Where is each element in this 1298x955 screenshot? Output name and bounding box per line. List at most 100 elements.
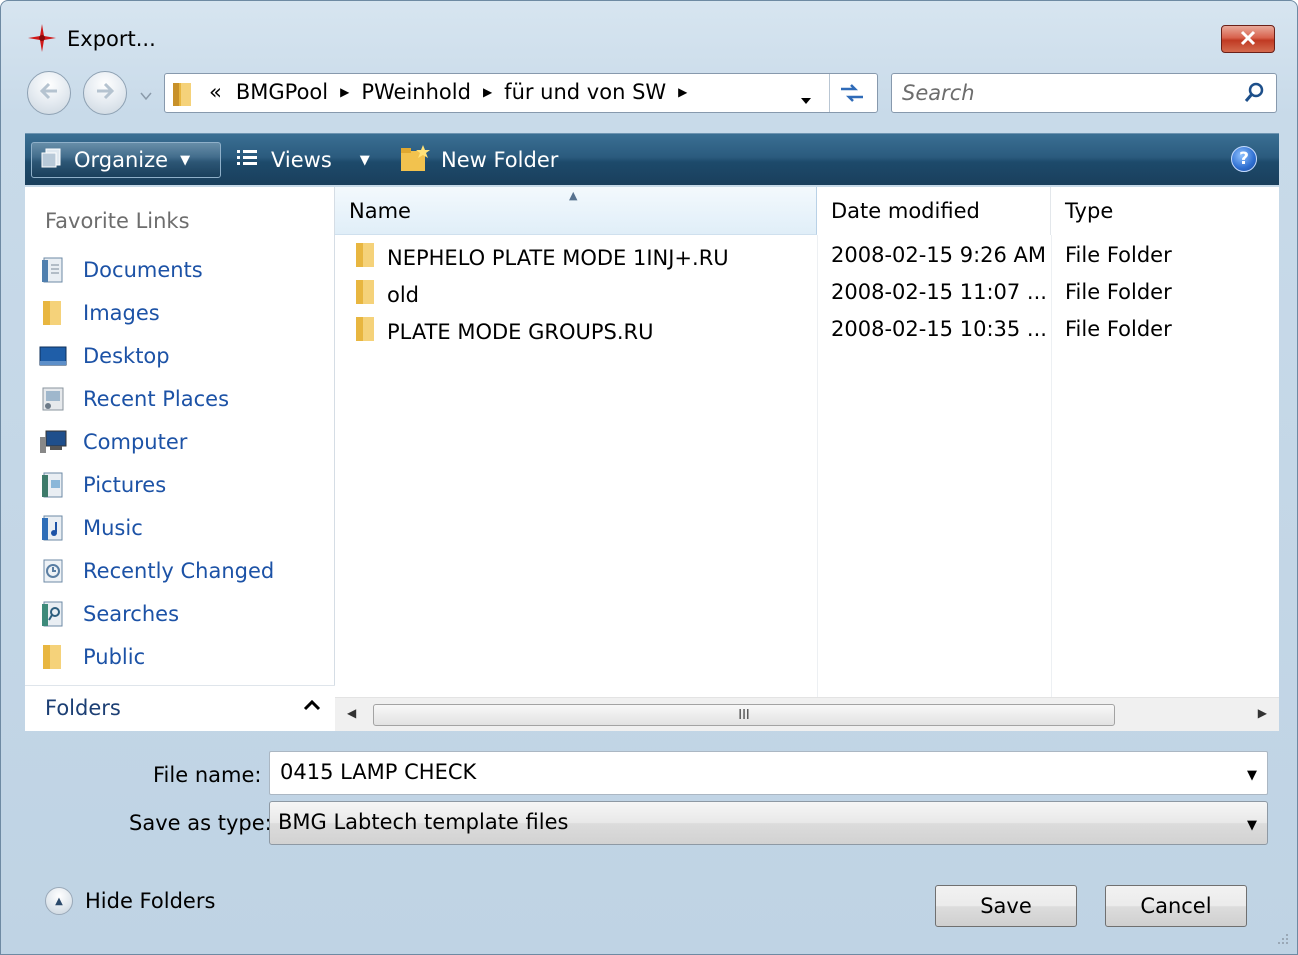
title-bar: Export... [1, 1, 1297, 67]
breadcrumb-arrow-icon[interactable]: ▶ [678, 85, 687, 99]
sidebar-item-label: Pictures [83, 473, 167, 497]
search-icon[interactable] [1242, 81, 1266, 110]
column-header-name[interactable]: ▲ Name [335, 187, 817, 235]
sidebar-item-label: Searches [83, 602, 180, 626]
scroll-left-icon[interactable]: ◀ [347, 706, 356, 720]
hide-folders-button[interactable]: ▲ Hide Folders [45, 887, 215, 915]
folder-icon [353, 278, 379, 311]
refresh-icon[interactable] [837, 81, 867, 110]
breadcrumb-arrow-icon[interactable]: ▶ [483, 85, 492, 99]
column-header-label: Type [1065, 199, 1114, 223]
documents-icon [37, 255, 69, 285]
horizontal-scrollbar[interactable]: ◀ III ▶ [335, 697, 1279, 731]
chevron-down-icon: ▼ [1247, 818, 1257, 833]
export-dialog: Export... « BMGPool ▶ PWeinhold ▶ für un… [0, 0, 1298, 955]
save-type-value: BMG Labtech template files [278, 810, 569, 834]
navigation-pane: Favorite Links Documents Images Desktop … [25, 187, 335, 685]
folder-icon [37, 642, 69, 672]
column-header-type[interactable]: Type [1051, 187, 1279, 235]
file-name-field[interactable]: 0415 LAMP CHECK ▼ [269, 751, 1268, 795]
sidebar-item-label: Public [83, 645, 146, 669]
sidebar-item-label: Recently Changed [83, 559, 275, 583]
save-button[interactable]: Save [935, 885, 1077, 927]
forward-arrow-icon [95, 81, 115, 105]
back-arrow-icon [39, 81, 59, 105]
recently-changed-icon [37, 556, 69, 586]
chevron-up-icon [303, 696, 321, 717]
searches-icon [37, 599, 69, 629]
organize-label: Organize [74, 148, 169, 172]
address-dropdown[interactable] [799, 87, 813, 111]
folders-toggle[interactable]: Folders [25, 685, 335, 731]
window-title: Export... [67, 27, 156, 51]
folder-icon [171, 80, 199, 113]
file-type: File Folder [1065, 317, 1172, 341]
sort-ascending-icon: ▲ [569, 189, 578, 202]
back-button[interactable] [27, 71, 71, 115]
breadcrumb-item[interactable]: PWeinhold [361, 80, 471, 104]
address-bar[interactable]: « BMGPool ▶ PWeinhold ▶ für und von SW ▶ [164, 73, 878, 113]
file-type: File Folder [1065, 280, 1172, 304]
sidebar-item-label: Music [83, 516, 143, 540]
sidebar-item-label: Documents [83, 258, 203, 282]
resize-grip-icon[interactable] [1277, 933, 1289, 946]
breadcrumb-item[interactable]: für und von SW [504, 80, 666, 104]
file-type: File Folder [1065, 243, 1172, 267]
search-box[interactable]: Search [891, 73, 1277, 113]
file-date: 2008-02-15 9:26 AM [831, 243, 1047, 267]
sidebar-item-music[interactable]: Music [37, 511, 143, 545]
folder-icon [37, 298, 69, 328]
sidebar-item-public[interactable]: Public [37, 640, 145, 674]
chevron-up-icon: ▲ [45, 887, 73, 915]
hide-folders-label: Hide Folders [85, 889, 216, 913]
new-folder-button[interactable]: New Folder [399, 142, 558, 178]
folder-icon [353, 315, 379, 348]
sidebar-item-label: Computer [83, 430, 188, 454]
file-name-cell: PLATE MODE GROUPS.RU [353, 315, 654, 348]
file-date: 2008-02-15 10:35 ... [831, 317, 1047, 341]
sidebar-item-images[interactable]: Images [37, 296, 160, 330]
scroll-right-icon[interactable]: ▶ [1258, 706, 1267, 720]
chevron-down-icon[interactable]: ▼ [1247, 768, 1257, 783]
forward-button[interactable] [83, 71, 127, 115]
views-icon [235, 147, 259, 174]
app-star-icon [27, 23, 57, 53]
folders-label: Folders [45, 696, 121, 720]
sidebar-item-documents[interactable]: Documents [37, 253, 203, 287]
column-header-date-modified[interactable]: Date modified [817, 187, 1051, 235]
favorite-links-heading: Favorite Links [45, 209, 190, 233]
help-button[interactable]: ? [1231, 146, 1257, 172]
close-button[interactable] [1221, 25, 1275, 53]
sidebar-item-desktop[interactable]: Desktop [37, 339, 170, 373]
organize-button[interactable]: Organize ▼ [31, 142, 221, 178]
help-icon: ? [1239, 149, 1249, 169]
sidebar-item-recent-places[interactable]: Recent Places [37, 382, 229, 416]
file-row[interactable]: PLATE MODE GROUPS.RU 2008-02-15 10:35 ..… [335, 313, 1279, 349]
new-folder-icon [399, 143, 431, 178]
recent-pages-dropdown[interactable] [139, 83, 153, 107]
file-date: 2008-02-15 11:07 ... [831, 280, 1047, 304]
desktop-icon [37, 341, 69, 371]
recent-places-icon [37, 384, 69, 414]
breadcrumb-overflow[interactable]: « [209, 80, 222, 104]
save-type-select[interactable]: BMG Labtech template files ▼ [269, 801, 1268, 845]
views-button[interactable]: Views ▼ [235, 142, 370, 178]
sidebar-item-pictures[interactable]: Pictures [37, 468, 166, 502]
sidebar-item-searches[interactable]: Searches [37, 597, 179, 631]
breadcrumb-item[interactable]: BMGPool [236, 80, 328, 104]
scroll-thumb[interactable]: III [373, 704, 1115, 726]
file-name-label: File name: [153, 763, 262, 787]
save-type-label: Save as type: [129, 811, 272, 835]
command-toolbar: Organize ▼ Views ▼ New Folder ? [25, 133, 1279, 185]
search-placeholder: Search [902, 81, 975, 105]
breadcrumb-arrow-icon[interactable]: ▶ [340, 85, 349, 99]
cancel-button[interactable]: Cancel [1105, 885, 1247, 927]
sidebar-item-recently-changed[interactable]: Recently Changed [37, 554, 274, 588]
nav-buttons [27, 69, 162, 115]
file-row[interactable]: old 2008-02-15 11:07 ... File Folder [335, 276, 1279, 312]
column-header-label: Name [349, 198, 411, 223]
file-row[interactable]: NEPHELO PLATE MODE 1INJ+.RU 2008-02-15 9… [335, 239, 1279, 275]
sidebar-item-computer[interactable]: Computer [37, 425, 187, 459]
file-name-cell: old [353, 278, 419, 311]
new-folder-label: New Folder [441, 148, 559, 172]
